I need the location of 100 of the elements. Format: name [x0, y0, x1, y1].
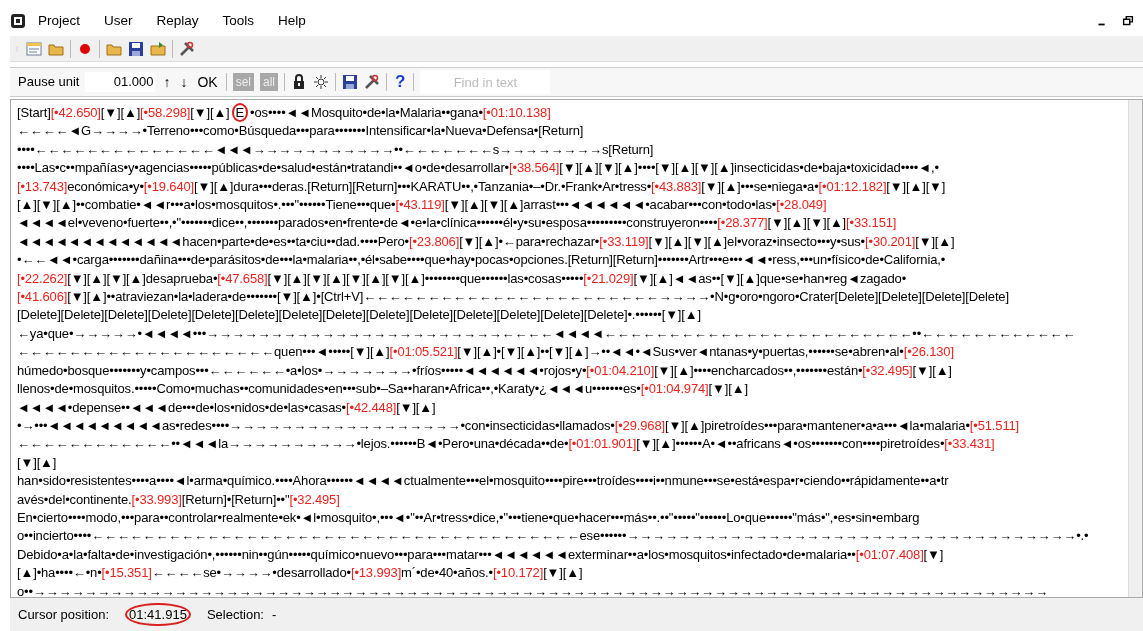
transcript-text: •os••••◄◄Mosquito•de•la•Malaria••gana• — [250, 105, 483, 120]
save-icon[interactable] — [128, 40, 144, 57]
toolbar-button[interactable]: ↑ — [161, 73, 173, 91]
transcript-text: [▼][▲]piretroídes•••para•mantener•a•a•••◄la•malaria• — [664, 417, 970, 433]
tools-icon[interactable] — [179, 40, 195, 57]
timestamp-marker: [•01:04.210] — [586, 362, 655, 378]
timestamp-marker: [•29.968] — [614, 417, 665, 433]
menu-item[interactable]: Help — [266, 10, 318, 32]
transcript-text: [▼][▲] — [915, 233, 955, 249]
timestamp-marker: [•58.298] — [140, 105, 191, 120]
transcript-text: [▼][▲] — [396, 399, 436, 415]
transcript-text: [▼][▲][▼][▲]arrast•••◄◄◄◄◄◄•acabar•••con•todo•las• — [444, 197, 777, 213]
transcript-text: ◄◄◄◄el•veveno•fuerte••,•"•••••••dice••,•••••••parados•en•frente•de◄•e•la•clínica••••••él•y•su•esposa•••••••••construyeron•••• — [17, 215, 718, 231]
transcript-text: ◄◄◄◄◄◄◄◄◄◄◄◄◄hacen•parte•de•es••ta•ciu••dad.••••Pero• — [17, 233, 409, 249]
timestamp-marker: [•01:05.521] — [389, 344, 458, 360]
menu-item[interactable]: Tools — [210, 10, 267, 32]
transcript-text: •→•••◄◄◄◄◄◄◄◄◄as•redes••••→→→→→→→→→→→→→→→→→→•con•insecticidas•llamados• — [17, 417, 615, 433]
timestamp-marker: [•22.262] — [17, 270, 68, 286]
search-field[interactable]: Find in text — [420, 70, 551, 94]
transcript-text: avés•del•continente. — [17, 491, 132, 507]
timestamp-marker: [•28.049] — [776, 197, 827, 213]
timestamp-marker: [•01:10.138] — [482, 105, 551, 120]
timestamp-marker: [•19.640] — [143, 178, 195, 194]
timestamp-marker: [•13.993] — [350, 565, 402, 581]
transcript-text: [▼][▲][▼][▲]••••[▼][▲][▼][▲]insecticidas•de•baja•toxicidad••••◄,• — [559, 160, 939, 176]
timestamp-marker: [•21.029] — [583, 270, 634, 286]
transcript-text: llenos•de•mosquitos.•••••Como•muchas••comunidades•en•••sub•–Sa••haran•Africa••,•Karaty•¿◄◄◄u•••••••es• — [17, 381, 641, 397]
cursor-position-value: 01:41.915 — [127, 604, 189, 625]
transcript-text: han•sido•resistentes••••a••••◄l•arma•químico.••••Ahora••••••◄◄◄◄ctualmente•••el•mosquito••••pire•••troídes••••i••nmune•••se•está•espa•r•ciendo••rápidamente••a•tr — [17, 473, 949, 489]
toolbar-button[interactable]: OK — [195, 73, 220, 91]
menu-item[interactable]: User — [92, 10, 145, 32]
timestamp-marker: [•42.448] — [346, 399, 397, 415]
transcript-text: [▼][▲] — [543, 565, 583, 581]
restore-icon[interactable] — [1121, 14, 1135, 28]
menu-item[interactable]: Project — [26, 10, 93, 32]
transcript-text: [▼][▲][▼][▲]el•voraz•insecto•••y•sus• — [648, 233, 865, 249]
timestamp-marker: [•42.650] — [50, 105, 101, 120]
timestamp-marker: [•30.201] — [865, 233, 916, 249]
timestamp-marker: [•47.658] — [217, 270, 268, 286]
scrollbar[interactable] — [1128, 100, 1142, 597]
timestamp-marker: [•01:01.901] — [568, 436, 637, 452]
help-button[interactable]: ? — [393, 73, 408, 91]
pause-unit-field[interactable]: 01.000 — [85, 72, 156, 92]
transcript-text: •←←◄◄•carga•••••••dañina•••de•parásitos•de•••la•malaria••,•él•sabe••••que•hay•pocas•opciones.[Return][Return]•••••••Artr•••e•••◄◄•ress,•••un•físico•de•California,• — [17, 252, 946, 268]
timestamp-marker: [•26.130] — [903, 344, 954, 360]
menu-item[interactable]: Replay — [144, 10, 211, 32]
transcript-text: [▲]•ha••••←•n• — [17, 565, 102, 581]
transcript-text: [▼][▲]•←para•rechazar• — [459, 233, 600, 249]
timestamp-marker: [•15.351] — [101, 565, 152, 581]
timestamp-marker: [•01:07.408] — [855, 546, 924, 562]
transcript-text: E — [233, 105, 247, 120]
transcript-text: Debido•a•la•falta•de•investigación•,••••••nin••gún•••••químico•nuevo•••para•••matar•••◄◄◄◄◄◄exterminar••a•los•mosquitos•infectado•de•malaria•• — [17, 546, 856, 562]
sun-icon[interactable] — [313, 74, 330, 90]
timestamp-marker: [•41.606] — [17, 289, 68, 305]
timestamp-marker: [•23.806] — [408, 233, 460, 249]
timestamp-marker: [•38.564] — [509, 160, 560, 176]
selection-label: Selection: — [206, 605, 264, 624]
transcript-text: [▼][▲] — [17, 454, 57, 470]
transcript-text: m´•de•40•años.• — [401, 565, 493, 581]
transcript-text: [▼][▲] — [100, 105, 141, 120]
timestamp-marker: [•32.495] — [862, 362, 913, 378]
timestamp-marker: [•13.743] — [17, 178, 68, 194]
timestamp-marker: [•01:04.974] — [640, 381, 709, 397]
transcript-text: ••••←←←←←←←←←←←←←←◄◄◄→→→→→→→→→→→••←←←←←←←s→→→→→→→→s[Return] — [17, 141, 654, 157]
cursor-position-label: Cursor position: — [18, 605, 110, 624]
timestamp-marker: [•01:12.182] — [818, 178, 887, 194]
transcript-text: ←ya•que•→→→→→•◄◄◄◄•••→→→→→→→→→→→→→→→→→→→→→→→←←←←◄◄◄◄←←←←←←←←←←←←←←←←←←←←←←←←••←←←←←←←←←←←← — [17, 325, 1076, 341]
transcript-text: [▼][▲]◄◄as••[▼][▲]que•se•han•reg◄zagado• — [633, 270, 907, 286]
transcript-text: [▲][▼][▲]••combatie•◄◄r•••a•los•mosquitos•.•••"••••••Tiene•••que• — [17, 197, 396, 213]
pause-unit-label: Pause unit — [18, 73, 80, 92]
timestamp-marker: [•32.495] — [289, 491, 340, 507]
transcript-text: [▼][▲]••atraviezan•la•ladera•de•••••••[▼][▲]•[Ctrl+V]←←←←←←←←←←←←←←←←←←←←←←←→→→→•N•g•oro•ngoro•Crater[Delete][Delete][Delete][Delete] — [67, 289, 1009, 305]
transcript-text: [▼][▲] — [708, 381, 748, 397]
save-icon[interactable] — [342, 74, 359, 90]
timestamp-marker: [•43.119] — [395, 197, 445, 213]
transcript-text: [▼][▲][▼] — [886, 178, 946, 194]
transcript-text: húmedo•bosque•••••••y•campos•••←←←←←←•a•los•→→→→→→→•fríos•••••◄◄◄◄◄◄•rojos•y• — [17, 362, 587, 378]
transcript-text: ←←←←←←←←←←←←←←←←←←←←quen•••◄•••••[▼][▲] — [17, 344, 390, 360]
transcript-text: En•cierto••••modo,•••para••controlar•realmente•ek•◄l•mosquito•,•••◄•"••Ar•tress•dice,•"•••tiene•que•hacer•••más••.••"•••••"••••••Lo•que••••••"más•",•es•sin•embarg — [17, 509, 920, 525]
transcript-text: económica•y• — [67, 178, 144, 194]
transcript-text: [▼][▲]••••••A•◄••africans◄•os•••••••con••••piretroídes• — [636, 436, 945, 452]
toolbar-button[interactable]: ↓ — [178, 73, 190, 91]
transcript-text: ←←←←←←←←←←←←••◄◄◄la→→→→→→→→→→•lejos.••••••B◄•Pero•una•década••de• — [17, 436, 569, 452]
transcript-text: o••incierto••••←←←←←←←←←←←←←←←←←←←←←←←←←←←←←←←←←←←←←←ese••••••→→→→→→→→→→→→→→→→→→→→→→→→→→→→→→→→→→→•.• — [17, 528, 1089, 544]
transcript-text: [▼] — [923, 546, 944, 562]
transcript-text: [▼][▲][▼][▲] — [767, 215, 847, 231]
transcript-text: ←←←←se•→→→→•desarrollado• — [151, 565, 351, 581]
app-logo-icon — [10, 13, 26, 29]
timestamp-marker: [•33.119] — [599, 233, 649, 249]
tools-icon[interactable] — [364, 74, 381, 90]
timestamp-marker: [•51.511] — [969, 417, 1020, 433]
transcript-text: ◄◄◄◄•depense••◄◄◄de•••de•los•nidos•de•las•casas• — [17, 399, 347, 415]
transcript-text: [▼][▲]•••se•niega•a• — [701, 178, 819, 194]
folder-icon[interactable] — [150, 40, 166, 57]
timestamp-marker: [•33.993] — [131, 491, 182, 507]
transcript-text: [▼][▲][▼][▲][▼][▲][▼][▲]••••••••que••••••las•cosas••••• — [267, 270, 584, 286]
transcript-text: [▼][▲]•[▼][▲]••[▼][▲]→••◄◄•◄Sus•ver◄ntanas•y•puertas,••••••se•abren•al• — [457, 344, 904, 360]
timestamp-marker: [•33.151] — [846, 215, 897, 231]
transcript-text: [Start] — [17, 105, 51, 120]
timestamp-marker: [•28.377] — [717, 215, 768, 231]
